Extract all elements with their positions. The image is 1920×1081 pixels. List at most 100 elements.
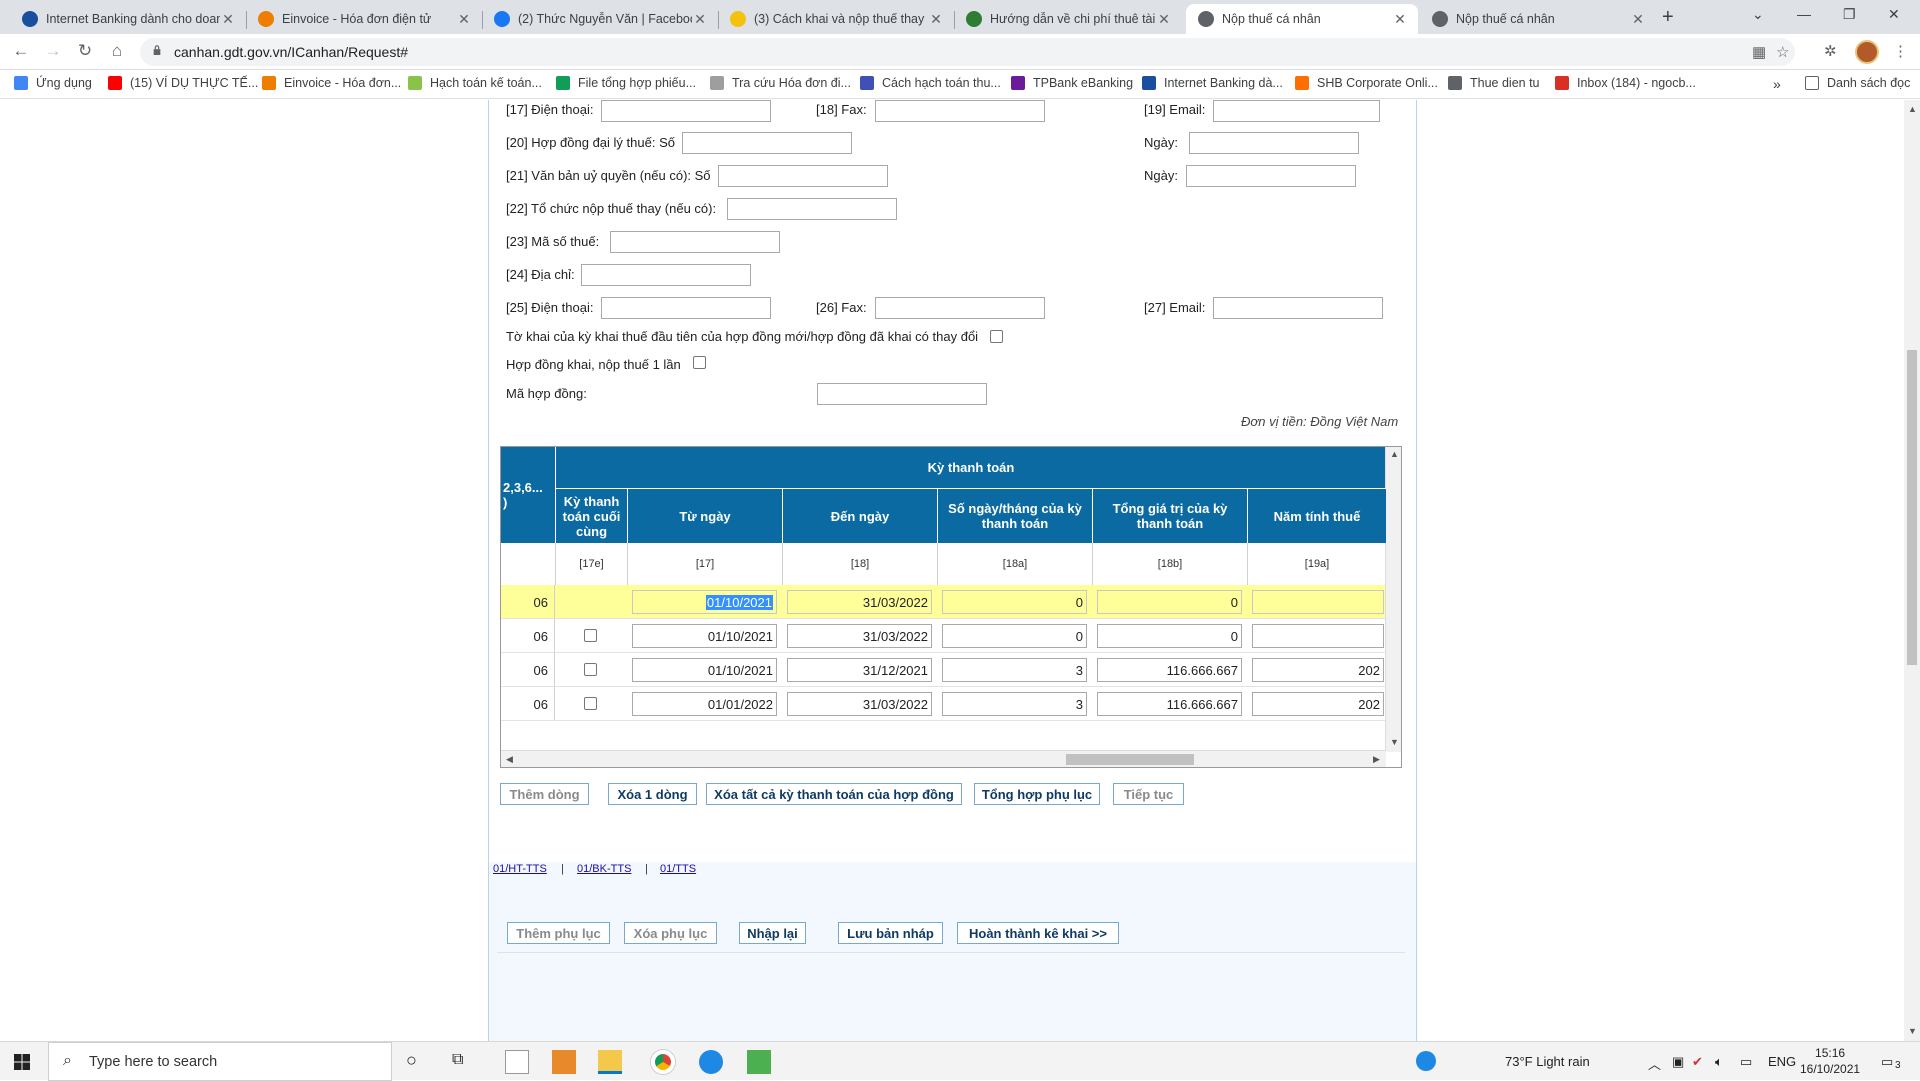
close-tab-icon[interactable]: ✕ [928,11,944,28]
grid-input-year[interactable]: 202 [1252,692,1384,716]
contract20-date-input[interactable] [1189,132,1359,154]
notification-icon[interactable]: ▭ [1881,1054,1893,1070]
more-bookmarks-icon[interactable]: » [1773,76,1781,92]
grid-input-total[interactable]: 0 [1097,624,1242,648]
antivirus-icon[interactable]: ✔ [1692,1054,1703,1070]
summary-appendix-button[interactable]: Tổng hợp phụ lục [974,783,1100,805]
forward-icon[interactable]: → [42,41,64,61]
weather-text[interactable]: 73°F Light rain [1505,1054,1590,1069]
tax23-input[interactable] [610,231,780,253]
close-tab-icon[interactable]: ✕ [1392,11,1408,28]
task-view-icon[interactable]: ⧉ [452,1051,463,1069]
grid-input-days[interactable]: 0 [942,590,1087,614]
volume-icon[interactable]: 🔈︎ [1715,1054,1723,1070]
scroll-left-icon[interactable]: ◀ [506,754,513,765]
browser-tab[interactable]: Nộp thuế cá nhân ✕ [1420,4,1656,34]
email27-input[interactable] [1213,297,1383,319]
reset-button[interactable]: Nhập lại [739,922,806,944]
browser-tab[interactable]: Einvoice - Hóa đơn điện tử ✕ [246,4,482,34]
delete-appendix-button[interactable]: Xóa phụ lục [624,922,717,944]
taskbar-clock[interactable]: 15:16 16/10/2021 [1800,1045,1860,1077]
bookmark-item[interactable]: TPBank eBanking [1011,76,1133,90]
once-checkbox[interactable] [693,356,706,369]
fax26-input[interactable] [875,297,1045,319]
grid-input-days[interactable]: 0 [942,624,1087,648]
page-scroll-thumb[interactable] [1907,350,1917,665]
grid-input-days[interactable]: 3 [942,692,1087,716]
bookmark-item[interactable]: SHB Corporate Onli... [1295,76,1438,90]
grid-input-to[interactable]: 31/03/2022 [787,692,932,716]
grid-input-year[interactable]: 202 [1252,658,1384,682]
grid-scroll-thumb[interactable] [1066,754,1194,765]
tray-chevron-icon[interactable]: ︿ [1648,1054,1661,1073]
notepad-icon[interactable] [505,1050,529,1074]
app-green-icon[interactable] [747,1050,771,1074]
continue-button[interactable]: Tiếp tục [1113,783,1184,805]
help-icon[interactable] [1416,1051,1436,1071]
grid-input-total[interactable]: 116.666.667 [1097,692,1242,716]
last-period-checkbox[interactable] [584,663,597,676]
bookmark-item[interactable]: Internet Banking dà... [1142,76,1283,90]
last-period-checkbox[interactable] [584,697,597,710]
bookmark-item[interactable]: (15) VÍ DỤ THỰC TẾ... [108,76,258,90]
save-draft-button[interactable]: Lưu bản nháp [838,922,943,944]
browser-tab[interactable]: (2) Thức Nguyễn Văn | Facebook ✕ [482,4,718,34]
taskbar-search-box[interactable]: ⌕ Type here to search [48,1042,392,1081]
bookmark-item[interactable]: Cách hạch toán thu... [860,76,1001,90]
bookmark-item[interactable]: Thue dien tu [1448,76,1540,90]
grid-input-year[interactable] [1252,624,1384,648]
fax18-input[interactable] [875,100,1045,122]
addr24-input[interactable] [581,264,751,286]
network-icon[interactable]: ▭ [1740,1054,1752,1070]
browser-tab[interactable]: Hướng dẫn về chi phí thuê tài sả ✕ [954,4,1182,34]
restore-button[interactable]: ❐ [1843,6,1856,23]
phone17-input[interactable] [601,100,771,122]
browser-tab[interactable]: Internet Banking dành cho doan ✕ [10,4,246,34]
finish-declaration-button[interactable]: Hoàn thành kê khai >> [957,922,1119,944]
link-01-ht-tts[interactable]: 01/HT-TTS [493,863,547,875]
bookmark-star-icon[interactable]: ☆ [1776,43,1789,61]
grid-input-to[interactable]: 31/12/2021 [787,658,932,682]
home-icon[interactable]: ⌂ [106,41,128,61]
bookmark-item[interactable]: Ứng dụng [14,76,92,90]
close-tab-icon[interactable]: ✕ [456,11,472,28]
language-indicator[interactable]: ENG [1768,1054,1796,1069]
file-explorer-icon[interactable] [598,1050,622,1074]
grid-input-to[interactable]: 31/03/2022 [787,624,932,648]
grid-input-year[interactable] [1252,590,1384,614]
email19-input[interactable] [1213,100,1380,122]
browser-tab[interactable]: (3) Cách khai và nộp thuế thay c ✕ [718,4,954,34]
reading-list[interactable]: Danh sách đọc [1805,76,1910,90]
menu-icon[interactable]: ⋮ [1893,42,1908,60]
org22-input[interactable] [727,198,897,220]
browser-tab[interactable]: Nộp thuế cá nhân ✕ [1186,4,1418,34]
close-tab-icon[interactable]: ✕ [1156,11,1172,28]
grid-vertical-scrollbar[interactable]: ▲ ▼ [1385,447,1401,752]
bookmark-item[interactable]: Inbox (184) - ngocb... [1555,76,1696,90]
zalo-icon[interactable] [699,1050,723,1074]
scroll-up-icon[interactable]: ▲ [1390,449,1399,459]
grid-input-total[interactable]: 0 [1097,590,1242,614]
cortana-icon[interactable]: ○ [406,1050,417,1071]
bookmark-item[interactable]: Einvoice - Hóa đơn... [262,76,401,90]
grid-input-from[interactable]: 01/10/2021 [632,658,777,682]
auth21-date-input[interactable] [1186,165,1356,187]
qr-icon[interactable]: ▦ [1752,43,1766,61]
auth21-input[interactable] [718,165,888,187]
contract20-input[interactable] [682,132,852,154]
grid-input-from[interactable]: 01/10/2021 [632,624,777,648]
close-tab-icon[interactable]: ✕ [220,11,236,28]
page-scroll-up-icon[interactable]: ▲ [1908,104,1917,114]
grid-horizontal-scrollbar[interactable]: ◀ ▶ [501,750,1386,767]
bookmark-item[interactable]: File tổng hợp phiếu... [556,76,696,90]
app-orange-icon[interactable] [552,1050,576,1074]
bookmark-item[interactable]: Tra cứu Hóa đơn đi... [710,76,851,90]
first-period-checkbox[interactable] [990,330,1003,343]
extensions-icon[interactable]: ✲ [1824,42,1837,60]
reload-icon[interactable]: ↻ [74,41,96,61]
page-scroll-down-icon[interactable]: ▼ [1908,1026,1917,1036]
add-row-button[interactable]: Thêm dòng [500,783,589,805]
bookmark-item[interactable]: Hạch toán kế toán... [408,76,542,90]
add-appendix-button[interactable]: Thêm phụ lục [507,922,610,944]
new-tab-button[interactable]: + [1662,6,1674,29]
